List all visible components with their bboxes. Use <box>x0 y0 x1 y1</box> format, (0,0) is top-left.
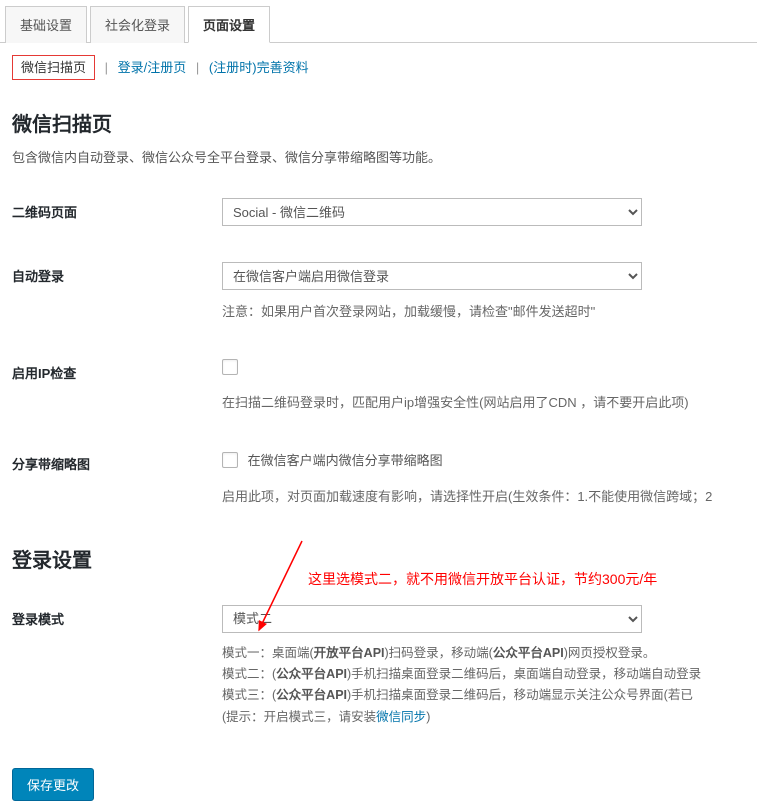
note-ip-check: 在扫描二维码登录时，匹配用户ip增强安全性(网站启用了CDN ，请不要开启此项) <box>222 393 745 414</box>
tab-basic[interactable]: 基础设置 <box>5 6 87 43</box>
link-wechat-sync[interactable]: 微信同步 <box>376 710 426 724</box>
tab-social-login[interactable]: 社会化登录 <box>90 6 185 43</box>
label-qrcode-page: 二维码页面 <box>12 198 222 221</box>
subtab-separator: | <box>105 60 108 75</box>
login-mode-desc: 模式一：桌面端(开放平台API)扫码登录，移动端(公众平台API)网页授权登录。… <box>222 643 745 728</box>
row-ip-check: 启用IP检查 在扫描二维码登录时，匹配用户ip增强安全性(网站启用了CDN ，请… <box>12 359 745 414</box>
subtab-complete-profile[interactable]: (注册时)完善资料 <box>209 60 309 75</box>
section-title-wechat-scan: 微信扫描页 <box>12 108 745 137</box>
label-share-thumb: 分享带缩略图 <box>12 450 222 473</box>
note-auto-login: 注意：如果用户首次登录网站，加载缓慢，请检查"邮件发送超时" <box>222 302 745 323</box>
main-tabs: 基础设置 社会化登录 页面设置 <box>0 0 757 43</box>
label-ip-check: 启用IP检查 <box>12 359 222 382</box>
select-auto-login[interactable]: 在微信客户端启用微信登录 <box>222 262 642 290</box>
row-share-thumb: 分享带缩略图 在微信客户端内微信分享带缩略图 启用此项，对页面加载速度有影响，请… <box>12 450 745 508</box>
subtab-login-register[interactable]: 登录/注册页 <box>118 60 187 75</box>
label-auto-login: 自动登录 <box>12 262 222 285</box>
label-login-mode: 登录模式 <box>12 605 222 628</box>
subtab-separator: | <box>196 60 199 75</box>
subtab-wechat-scan[interactable]: 微信扫描页 <box>12 55 95 80</box>
select-login-mode[interactable]: 模式二 <box>222 605 642 633</box>
checkbox-share-thumb[interactable] <box>222 452 238 468</box>
save-button[interactable]: 保存更改 <box>12 768 94 801</box>
note-share-thumb: 启用此项，对页面加载速度有影响，请选择性开启(生效条件：1.不能使用微信跨域；2 <box>222 487 745 508</box>
tab-page-settings[interactable]: 页面设置 <box>188 6 270 43</box>
row-auto-login: 自动登录 在微信客户端启用微信登录 注意：如果用户首次登录网站，加载缓慢，请检查… <box>12 262 745 323</box>
sub-tabs: 微信扫描页 | 登录/注册页 | (注册时)完善资料 <box>0 43 757 90</box>
select-qrcode-page[interactable]: Social - 微信二维码 <box>222 198 642 226</box>
annotation-text: 这里选模式二，就不用微信开放平台认证，节约300元/年 <box>308 569 657 589</box>
row-login-mode: 这里选模式二，就不用微信开放平台认证，节约300元/年 登录模式 模式二 模式一… <box>12 605 745 728</box>
row-qrcode-page: 二维码页面 Social - 微信二维码 <box>12 198 745 226</box>
section-desc: 包含微信内自动登录、微信公众号全平台登录、微信分享带缩略图等功能。 <box>12 147 745 166</box>
checkbox-ip-check[interactable] <box>222 359 238 375</box>
checkbox-label-share-thumb: 在微信客户端内微信分享带缩略图 <box>248 453 443 468</box>
